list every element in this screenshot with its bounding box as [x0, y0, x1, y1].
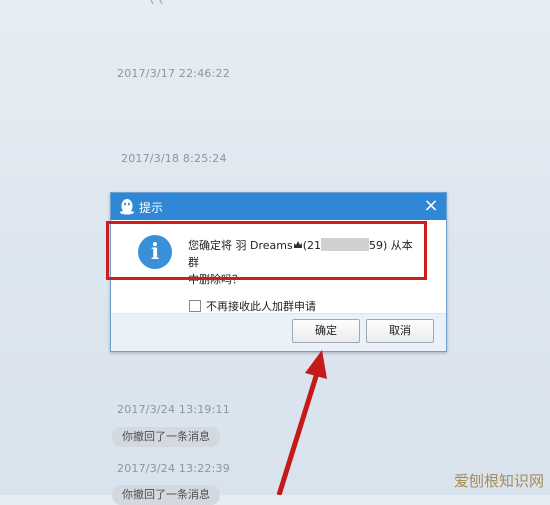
red-arrow-annotation [276, 350, 327, 495]
watermark: 爱刨根知识网 [453, 472, 544, 490]
